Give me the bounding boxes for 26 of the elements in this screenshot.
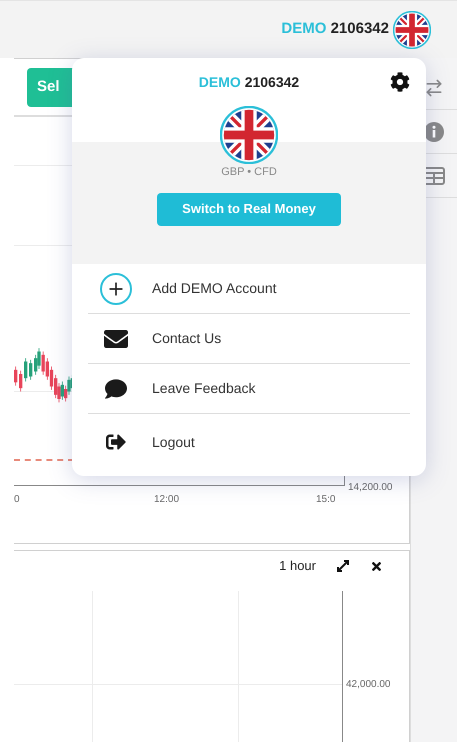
menu-item-label: Leave Feedback (152, 379, 256, 398)
currency-label: GBP • CFD (221, 165, 277, 180)
settings-icon[interactable] (390, 72, 410, 92)
price-label: 42,000.00 (346, 678, 390, 692)
expand-icon[interactable] (336, 559, 350, 573)
menu-item[interactable]: Logout (88, 414, 410, 470)
axis-label: 12:00 (154, 493, 180, 507)
axis-label: 0 (14, 493, 20, 507)
menu-item-label: Logout (152, 432, 195, 452)
account-title: DEMO 2106342 (198, 72, 300, 92)
swap-icon[interactable] (424, 78, 444, 98)
account-label: DEMO 2106342 (281, 19, 389, 40)
menu-item-label: Contact Us (152, 329, 222, 348)
axis-label: 15:0 (316, 493, 336, 507)
speech-bubble-icon (105, 378, 127, 400)
menu-item[interactable]: Contact Us (88, 314, 410, 364)
menu-item[interactable]: Leave Feedback (88, 364, 410, 414)
add-icon (100, 272, 132, 304)
interval-label: 1 hour (279, 557, 316, 576)
logout-icon (106, 432, 126, 452)
price-label: 14,200.00 (348, 481, 392, 495)
close-icon[interactable] (370, 560, 383, 572)
menu-item[interactable]: Add DEMO Account (88, 264, 410, 314)
table-icon[interactable] (423, 166, 445, 184)
flag-icon (393, 10, 431, 48)
menu-item-label: Add DEMO Account (152, 279, 277, 298)
